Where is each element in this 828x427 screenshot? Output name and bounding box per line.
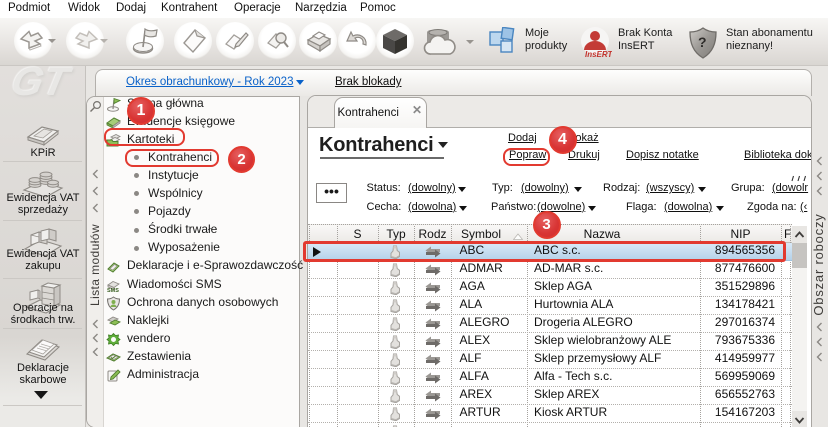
svg-text:SMS: SMS [107, 288, 119, 293]
svg-text:InsERT: InsERT [585, 50, 612, 59]
svg-text:?: ? [698, 34, 707, 50]
